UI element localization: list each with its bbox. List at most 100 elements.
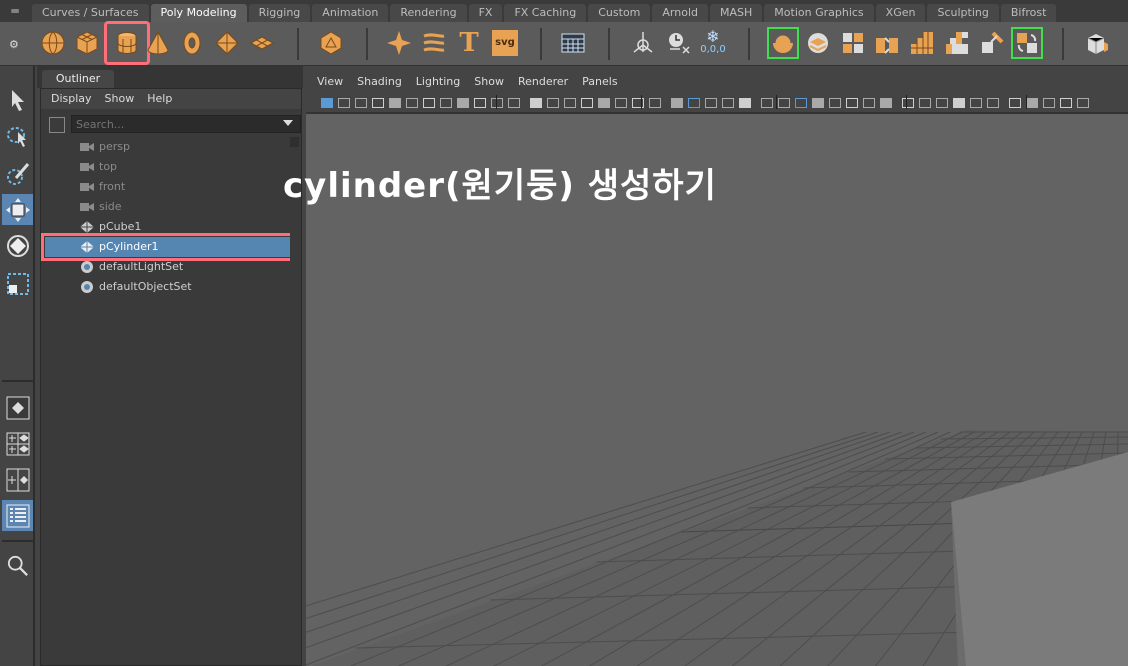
snowflake-icon[interactable]: ❄ 0,0,0 [698,28,728,58]
filter-icon[interactable] [49,117,65,133]
camera-select-icon[interactable] [320,95,334,109]
viewport-menu-shading[interactable]: Shading [357,72,402,92]
image-plane-icon[interactable] [597,95,611,109]
sphere-icon[interactable] [38,28,68,58]
outliner-item-persp[interactable]: persp [45,137,291,157]
outliner-item-pcylinder1[interactable]: pCylinder1 [41,233,295,261]
layout-two-icon[interactable] [2,464,33,495]
shelf-handle-icon[interactable]: ═ [8,5,22,17]
shadows-icon[interactable] [952,95,966,109]
camera-select-icon[interactable] [777,95,791,109]
camera-attrs-icon[interactable] [563,95,577,109]
camera-select-icon[interactable] [546,95,560,109]
camera-select-icon[interactable] [1008,95,1022,109]
textured-icon[interactable] [918,95,932,109]
tab-motion-graphics[interactable]: Motion Graphics [764,4,874,22]
lighting-icon[interactable] [704,95,718,109]
shadows-icon[interactable] [721,95,735,109]
image-plane-icon[interactable] [1059,95,1073,109]
wireframe-icon[interactable] [648,95,662,109]
uv-icon[interactable] [1011,27,1043,59]
bevel-icon[interactable] [907,28,937,58]
tab-xgen[interactable]: XGen [875,4,926,22]
select-tool-icon[interactable] [2,84,33,115]
isolate-icon[interactable] [969,95,983,109]
star-icon[interactable] [384,28,414,58]
pyramid-icon[interactable] [212,28,242,58]
lasso-tool-icon[interactable] [2,120,33,151]
camera-attrs-icon[interactable] [337,95,351,109]
shadows-icon[interactable] [490,95,504,109]
xray-icon[interactable] [986,95,1000,109]
camera-attrs-icon[interactable] [1025,95,1039,109]
loop-icon[interactable] [1082,28,1112,58]
plane-icon[interactable] [247,28,277,58]
tab-fx-caching[interactable]: FX Caching [504,4,587,22]
grid-icon[interactable] [388,95,402,109]
tab-poly-modeling[interactable]: Poly Modeling [150,4,247,22]
outliner-menu-show[interactable]: Show [105,89,135,109]
bookmark-icon[interactable] [580,95,594,109]
svg-icon[interactable]: svg [490,28,520,58]
move-tool-icon[interactable] [2,194,33,225]
extrude-icon[interactable] [872,28,902,58]
merge-icon[interactable] [977,28,1007,58]
wireframe-icon[interactable] [879,95,893,109]
bookmark-icon[interactable] [811,95,825,109]
torus-icon[interactable] [177,28,207,58]
combine-icon[interactable] [767,27,799,59]
outliner-item-side[interactable]: side [45,197,291,217]
textured-icon[interactable] [687,95,701,109]
image-plane-icon[interactable] [371,95,385,109]
tab-bifrost[interactable]: Bifrost [1000,4,1057,22]
viewport-menu-lighting[interactable]: Lighting [416,72,460,92]
clock-icon[interactable] [664,28,694,58]
tab-sculpting[interactable]: Sculpting [927,4,999,22]
xray-icon[interactable] [760,95,774,109]
smooth-shade-icon[interactable] [670,95,684,109]
resolution-gate-icon[interactable] [862,95,876,109]
grid-icon[interactable] [614,95,628,109]
lighting-icon[interactable] [935,95,949,109]
bookmark-icon[interactable] [354,95,368,109]
text-icon[interactable]: T [454,28,484,58]
outliner-scrollbar[interactable] [290,137,299,657]
textured-icon[interactable] [456,95,470,109]
tab-rigging[interactable]: Rigging [248,4,311,22]
cube-icon[interactable] [72,28,102,58]
image-plane-icon[interactable] [828,95,842,109]
isolate-icon[interactable] [507,95,521,109]
isolate-icon[interactable] [738,95,752,109]
tab-mash[interactable]: MASH [710,4,763,22]
bookmark-icon[interactable] [1042,95,1056,109]
viewport-menu-renderer[interactable]: Renderer [518,72,568,92]
outliner-scrollbar-thumb[interactable] [290,147,299,657]
outliner-layout-icon[interactable] [2,500,33,531]
viewport-menu-show[interactable]: Show [474,72,504,92]
tab-rendering[interactable]: Rendering [390,4,467,22]
tab-fx[interactable]: FX [468,4,503,22]
rotate-tool-icon[interactable] [2,230,33,261]
tab-animation[interactable]: Animation [312,4,389,22]
smooth-shade-icon[interactable] [901,95,915,109]
outliner-menu-help[interactable]: Help [147,89,172,109]
shelf-gear-icon[interactable]: ⚙ [9,39,21,51]
outliner-item-front[interactable]: front [45,177,291,197]
helix-icon[interactable] [419,28,449,58]
separate-icon[interactable] [803,28,833,58]
tab-curves-surfaces[interactable]: Curves / Surfaces [32,4,149,22]
xray-icon[interactable] [529,95,543,109]
bridge-icon[interactable] [942,28,972,58]
boolean-icon[interactable] [838,28,868,58]
grid-icon[interactable] [1076,95,1090,109]
paint-select-tool-icon[interactable] [2,158,33,189]
platonic-icon[interactable] [316,28,346,58]
outliner-item-defaultlightset[interactable]: defaultLightSet [45,257,291,277]
tab-outliner[interactable]: Outliner [42,70,114,88]
outliner-item-defaultobjectset[interactable]: defaultObjectSet [45,277,291,297]
resolution-gate-icon[interactable] [631,95,645,109]
cylinder-icon[interactable] [104,21,150,65]
chevron-down-icon[interactable] [283,120,293,126]
viewport-menu-view[interactable]: View [317,72,343,92]
outliner-item-pcube1[interactable]: pCube1 [45,217,291,237]
